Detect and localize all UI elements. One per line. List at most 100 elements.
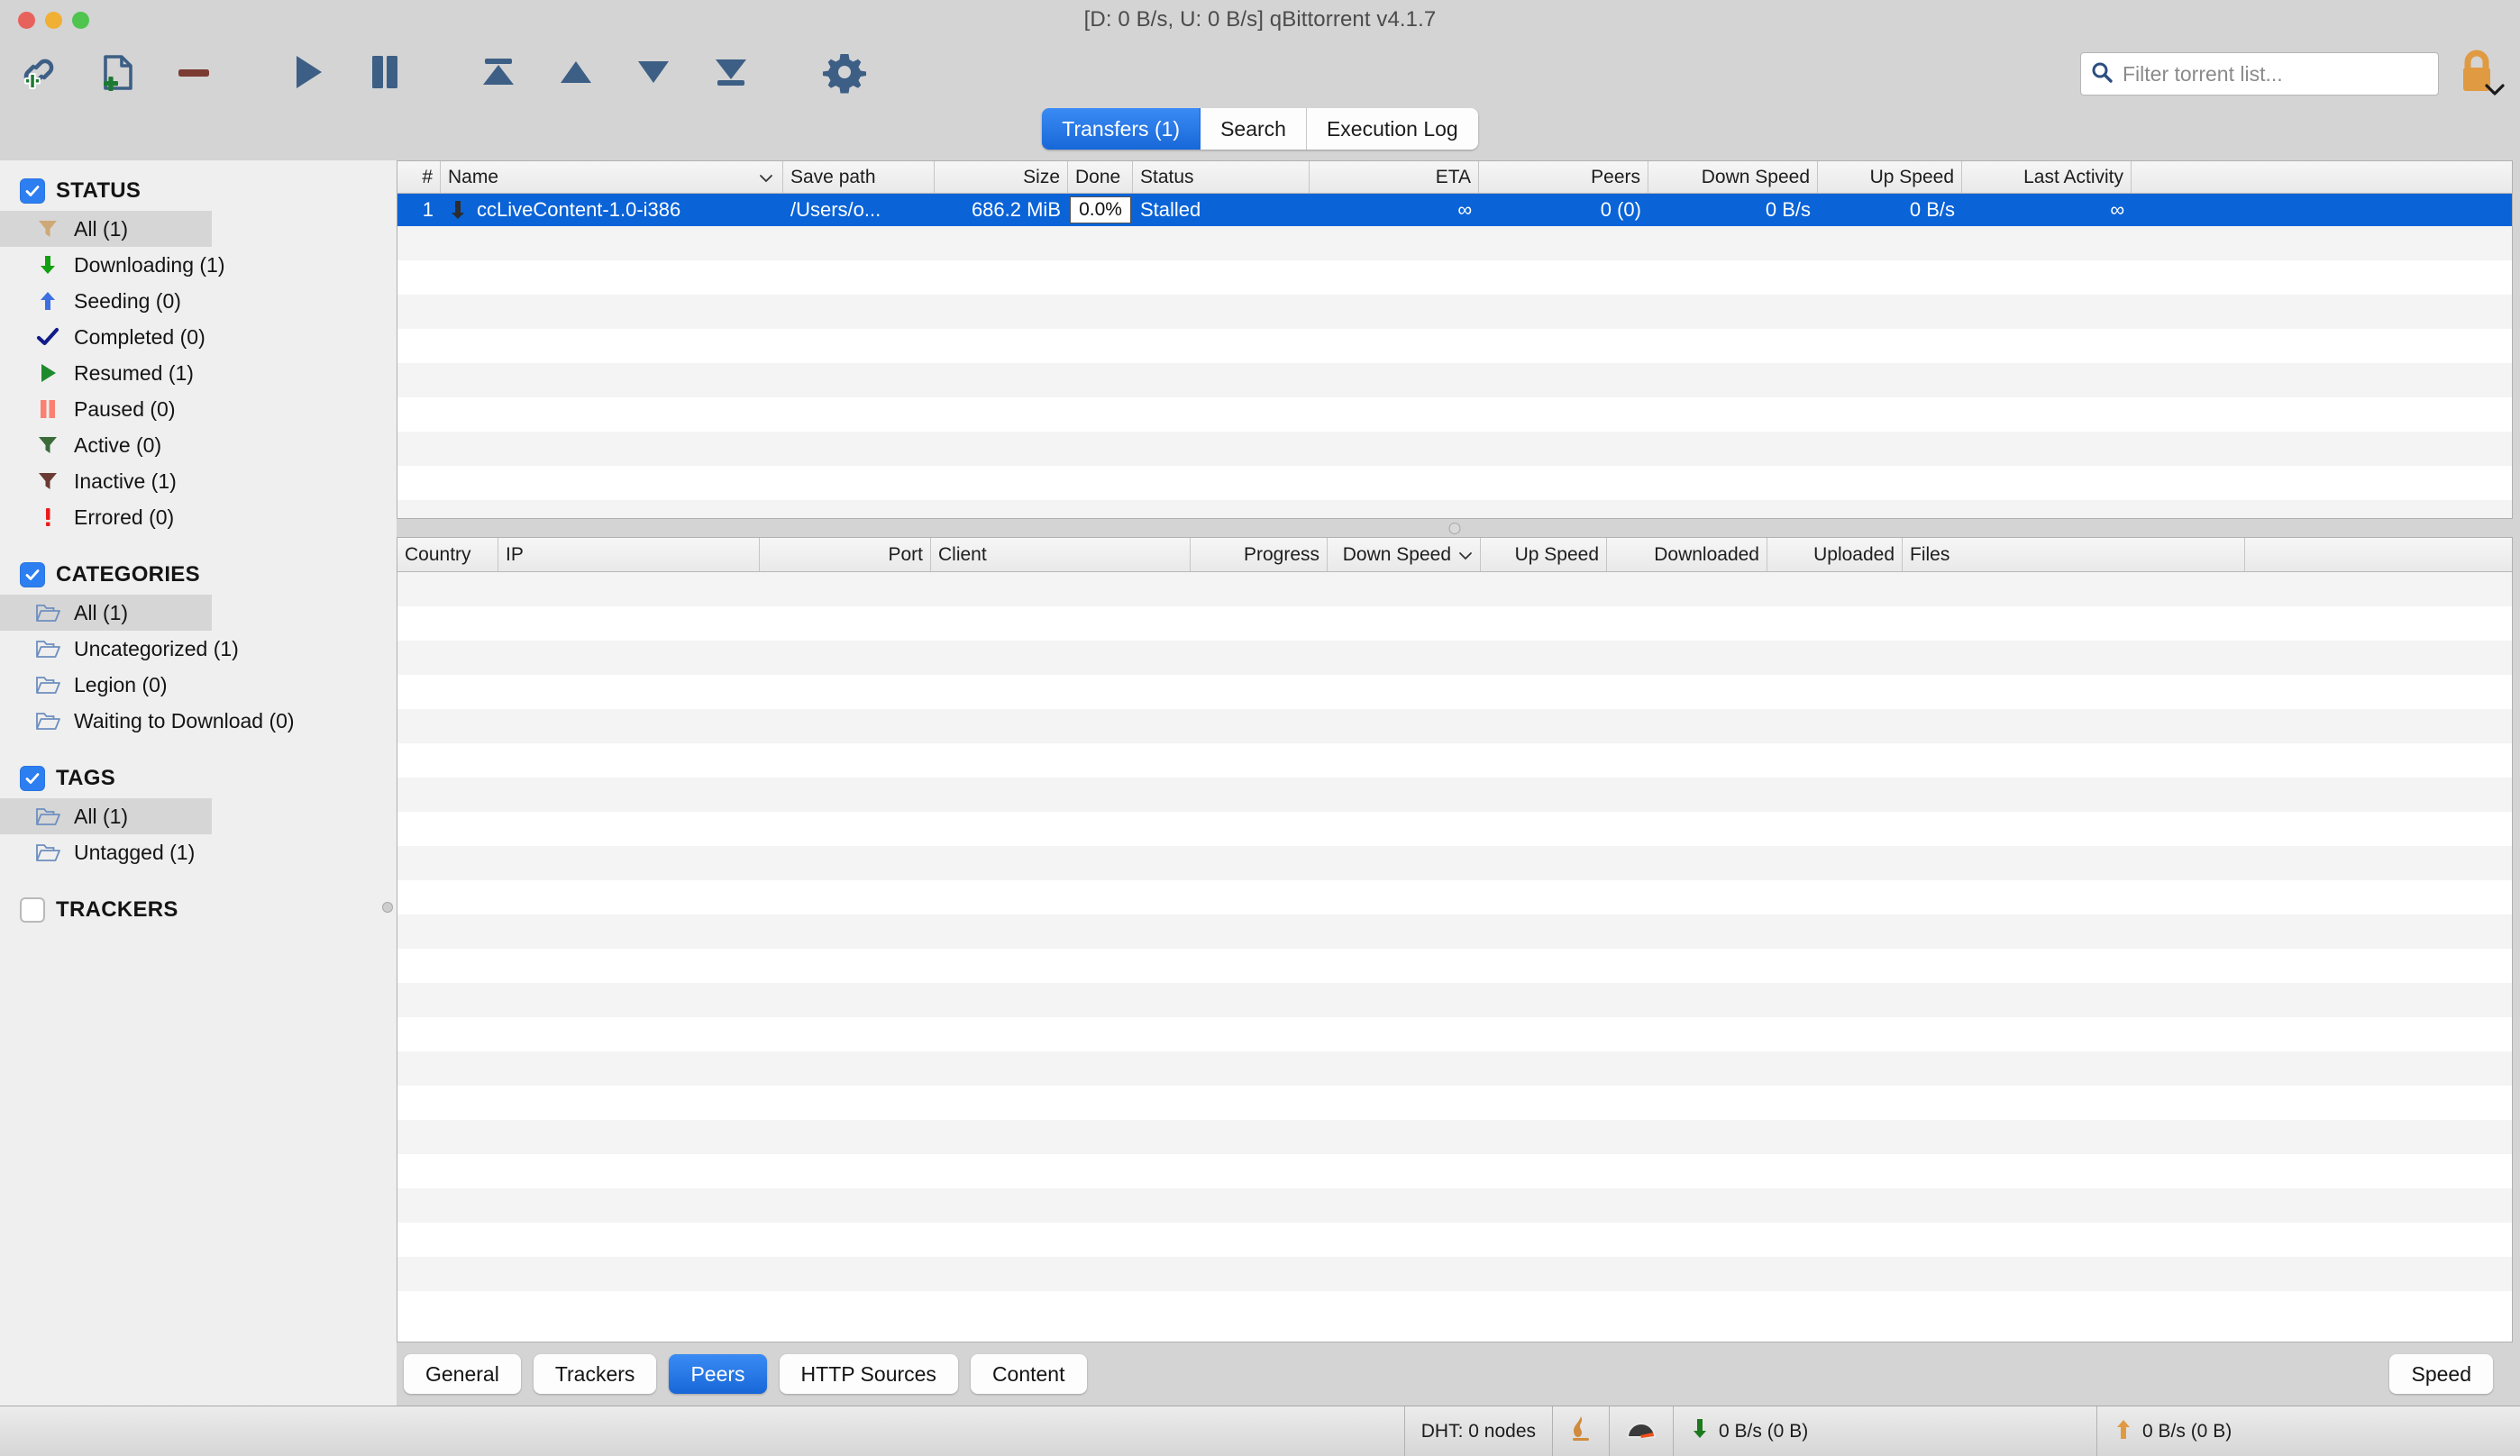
- sidebar-item-category-all[interactable]: All (1): [0, 595, 212, 631]
- top-priority-button[interactable]: [460, 43, 537, 105]
- sidebar-item-status-resumed[interactable]: Resumed (1): [0, 355, 397, 391]
- table-row[interactable]: 1 ccLiveContent-1.0-i386 /Users/o... 686…: [397, 194, 2512, 227]
- tab-peers[interactable]: Peers: [669, 1354, 767, 1394]
- tab-search[interactable]: Search: [1201, 108, 1307, 150]
- column-header-name[interactable]: Name: [441, 161, 783, 194]
- sidebar-item-tag-untagged[interactable]: Untagged (1): [0, 834, 397, 870]
- sidebar-item-status-completed[interactable]: Completed (0): [0, 319, 397, 355]
- sidebar-item-status-all[interactable]: All (1): [0, 211, 212, 247]
- tab-transfers[interactable]: Transfers (1): [1042, 108, 1201, 150]
- column-header-down-speed[interactable]: Down Speed: [1648, 161, 1818, 194]
- remove-torrent-button[interactable]: [155, 43, 233, 105]
- sidebar-item-label: Uncategorized (1): [74, 636, 239, 660]
- preferences-button[interactable]: [806, 43, 883, 105]
- sidebar-item-label: Active (0): [74, 432, 162, 457]
- column-header-peers[interactable]: Peers: [1479, 161, 1648, 194]
- add-torrent-file-button[interactable]: [78, 43, 155, 105]
- peers-table-header: Country IP Port Client Progress Down Spe…: [397, 538, 2512, 572]
- tags-section-checkbox[interactable]: [20, 766, 45, 791]
- sidebar-item-status-active[interactable]: Active (0): [0, 427, 397, 463]
- tab-content[interactable]: Content: [970, 1354, 1087, 1394]
- sidebar-section-tags[interactable]: TAGS: [0, 759, 397, 798]
- tab-http-sources[interactable]: HTTP Sources: [779, 1354, 958, 1394]
- sidebar-item-label: Paused (0): [74, 396, 176, 421]
- dht-status-label: DHT: 0 nodes: [1420, 1420, 1536, 1442]
- funnel-green-icon: [34, 433, 61, 457]
- sidebar-section-status[interactable]: STATUS: [0, 171, 397, 211]
- sidebar-item-status-errored[interactable]: Errored (0): [0, 499, 397, 535]
- alternative-speed-lock-button[interactable]: [2455, 47, 2506, 103]
- bottom-priority-button[interactable]: [692, 43, 770, 105]
- column-header-port[interactable]: Port: [760, 538, 931, 571]
- sidebar-resize-handle[interactable]: [382, 902, 393, 913]
- column-header-done[interactable]: Done: [1068, 161, 1133, 194]
- column-header-save-path[interactable]: Save path: [783, 161, 935, 194]
- sidebar-item-status-paused[interactable]: Paused (0): [0, 391, 397, 427]
- pane-splitter[interactable]: [397, 519, 2513, 537]
- decrease-priority-button[interactable]: [615, 43, 692, 105]
- row-up-speed: 0 B/s: [1909, 198, 1955, 222]
- column-header-last-activity[interactable]: Last Activity: [1962, 161, 2132, 194]
- sidebar-item-tag-all[interactable]: All (1): [0, 798, 212, 834]
- sidebar-item-category-uncategorized[interactable]: Uncategorized (1): [0, 631, 397, 667]
- sidebar-item-status-inactive[interactable]: Inactive (1): [0, 463, 397, 499]
- connection-status-button[interactable]: [1552, 1406, 1609, 1456]
- column-header-status[interactable]: Status: [1133, 161, 1310, 194]
- folder-icon: [34, 602, 61, 623]
- row-index: 1: [422, 198, 434, 222]
- sidebar-section-categories[interactable]: CATEGORIES: [0, 555, 397, 595]
- column-header-peer-up-speed[interactable]: Up Speed: [1481, 538, 1607, 571]
- speed-limit-button[interactable]: [1609, 1406, 1673, 1456]
- main-tabs: Transfers (1) Search Execution Log: [1042, 108, 1478, 150]
- add-torrent-link-button[interactable]: [0, 43, 78, 105]
- transfers-table-header: # Name Save path Size Done Status ETA Pe…: [397, 161, 2512, 195]
- column-header-index[interactable]: #: [397, 161, 441, 194]
- window-title: [D: 0 B/s, U: 0 B/s] qBittorrent v4.1.7: [1083, 7, 1437, 32]
- column-header-country[interactable]: Country: [397, 538, 498, 571]
- sidebar-item-label: Resumed (1): [74, 360, 194, 385]
- column-header-client[interactable]: Client: [931, 538, 1191, 571]
- row-save-path: /Users/o...: [790, 198, 881, 222]
- tab-general[interactable]: General: [404, 1354, 521, 1394]
- priority-top-icon: [475, 49, 522, 100]
- column-header-label: Name: [448, 166, 499, 187]
- pause-icon: [361, 49, 408, 100]
- sidebar-item-label: Legion (0): [74, 672, 168, 696]
- column-header-size[interactable]: Size: [935, 161, 1068, 194]
- splitter-grip[interactable]: [1448, 523, 1461, 534]
- row-name-cell: ccLiveContent-1.0-i386: [441, 198, 783, 222]
- chevron-down-icon[interactable]: [2483, 82, 2506, 103]
- column-header-ip[interactable]: IP: [498, 538, 760, 571]
- sidebar-item-status-downloading[interactable]: Downloading (1): [0, 247, 397, 283]
- speed-button[interactable]: Speed: [2389, 1354, 2493, 1394]
- trackers-section-checkbox[interactable]: [20, 897, 45, 923]
- sidebar-section-trackers[interactable]: TRACKERS: [0, 890, 397, 930]
- column-header-up-speed[interactable]: Up Speed: [1818, 161, 1962, 194]
- search-input[interactable]: [2123, 61, 2429, 86]
- resume-button[interactable]: [269, 43, 346, 105]
- status-section-checkbox[interactable]: [20, 178, 45, 204]
- increase-priority-button[interactable]: [537, 43, 615, 105]
- chevron-down-icon: [1458, 544, 1473, 566]
- pause-button[interactable]: [346, 43, 424, 105]
- column-header-eta[interactable]: ETA: [1310, 161, 1479, 194]
- tab-execution-log[interactable]: Execution Log: [1306, 108, 1478, 150]
- categories-section-checkbox[interactable]: [20, 562, 45, 587]
- column-header-uploaded[interactable]: Uploaded: [1767, 538, 1903, 571]
- column-header-files[interactable]: Files: [1903, 538, 2245, 571]
- tab-trackers[interactable]: Trackers: [533, 1354, 657, 1394]
- sidebar-item-category-waiting-to-download[interactable]: Waiting to Download (0): [0, 703, 397, 739]
- sidebar-item-label: Untagged (1): [74, 840, 196, 864]
- arrow-up-blue-icon: [34, 289, 61, 313]
- row-peers: 0 (0): [1600, 198, 1641, 222]
- column-header-peer-down-speed[interactable]: Down Speed: [1328, 538, 1481, 571]
- column-header-progress[interactable]: Progress: [1191, 538, 1328, 571]
- row-eta: ∞: [1457, 198, 1472, 222]
- row-last-activity: ∞: [2110, 198, 2124, 222]
- column-header-downloaded[interactable]: Downloaded: [1607, 538, 1767, 571]
- sidebar-item-label: Seeding (0): [74, 288, 181, 313]
- play-icon: [284, 49, 331, 100]
- sidebar-item-status-seeding[interactable]: Seeding (0): [0, 283, 397, 319]
- filter-torrent-search-box[interactable]: [2080, 52, 2439, 96]
- sidebar-item-category-legion[interactable]: Legion (0): [0, 667, 397, 703]
